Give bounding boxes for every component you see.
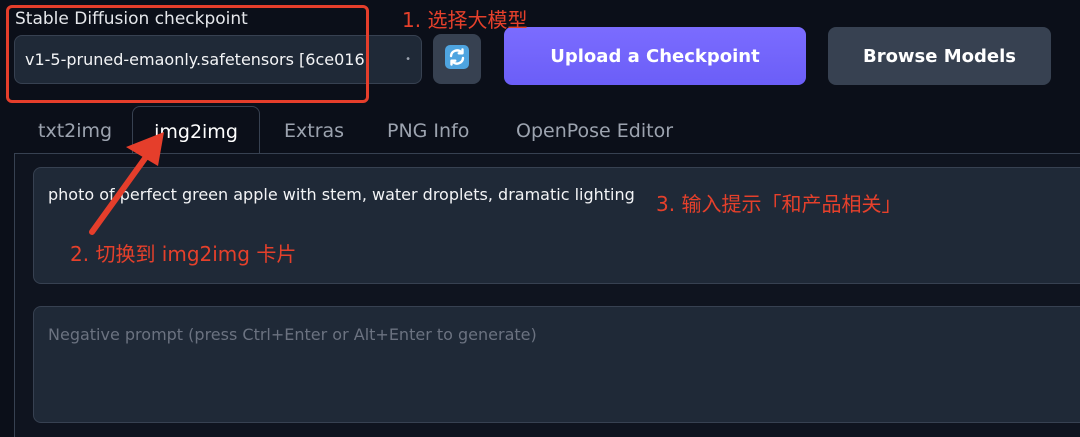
upload-checkpoint-button[interactable]: Upload a Checkpoint — [504, 27, 806, 85]
annotation-step3: 3. 输入提示「和产品相关」 — [656, 192, 902, 216]
annotation-step2: 2. 切换到 img2img 卡片 — [70, 242, 297, 266]
prompt-value: photo of perfect green apple with stem, … — [48, 185, 635, 204]
negative-prompt-placeholder: Negative prompt (press Ctrl+Enter or Alt… — [48, 325, 537, 344]
refresh-checkpoint-button[interactable] — [433, 34, 481, 84]
annotation-highlight-box — [6, 5, 369, 103]
annotation-step1: 1. 选择大模型 — [402, 8, 528, 32]
tab-txt2img[interactable]: txt2img — [38, 106, 112, 154]
tab-extras[interactable]: Extras — [284, 106, 344, 154]
tab-img2img[interactable]: img2img — [132, 106, 260, 155]
tab-openpose-editor[interactable]: OpenPose Editor — [516, 106, 673, 154]
refresh-icon — [444, 44, 470, 74]
tab-bar: txt2img img2img Extras PNG Info OpenPose… — [14, 106, 1080, 155]
negative-prompt-textarea[interactable]: Negative prompt (press Ctrl+Enter or Alt… — [33, 306, 1080, 423]
tab-png-info[interactable]: PNG Info — [387, 106, 469, 154]
browse-models-button[interactable]: Browse Models — [828, 27, 1051, 85]
chevron-down-icon: • — [405, 54, 411, 65]
webui-root: Stable Diffusion checkpoint v1-5-pruned-… — [0, 0, 1080, 437]
